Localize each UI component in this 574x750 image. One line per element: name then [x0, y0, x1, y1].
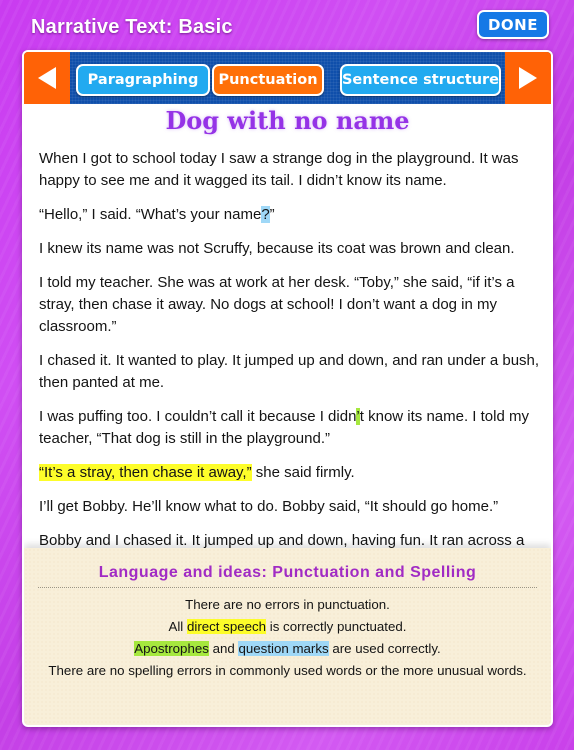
feedback-line: All direct speech is correctly punctuate…	[24, 616, 551, 638]
story-title: Dog with no name	[165, 106, 410, 135]
story-paragraph: I was puffing too. I couldn’t call it be…	[39, 406, 544, 450]
story-paragraph: I knew its name was not Scruffy, because…	[39, 240, 515, 257]
triangle-left-icon	[38, 67, 56, 89]
category-nav-bar: Paragraphing Punctuation Sentence struct…	[24, 52, 551, 104]
text: is correctly punctuated.	[266, 619, 407, 634]
story-paragraph: When I got to school today I saw a stran…	[39, 150, 519, 189]
feedback-title: Language and ideas: Punctuation and Spel…	[98, 564, 477, 581]
text: are used correctly.	[328, 641, 441, 656]
done-button[interactable]: DONE	[477, 10, 549, 39]
story-paragraph: “It’s a stray, then chase it away,” she …	[39, 462, 544, 484]
text: ”	[269, 206, 275, 223]
apostrophes-label: Apostrophes	[134, 641, 209, 656]
feedback-line: There are no errors in punctuation.	[185, 597, 390, 612]
story-paragraph: I chased it. It wanted to play. It jumpe…	[39, 352, 540, 391]
text: “Hello,” I said. “What’s your name	[39, 206, 262, 223]
divider	[38, 587, 537, 588]
feedback-panel: Language and ideas: Punctuation and Spel…	[24, 548, 551, 725]
next-button[interactable]	[505, 52, 551, 104]
page-title: Narrative Text: Basic	[31, 16, 233, 38]
tab-paragraphing[interactable]: Paragraphing	[76, 64, 210, 96]
feedback-lines: There are no errors in punctuation. All …	[24, 594, 551, 682]
text: and	[208, 641, 239, 656]
feedback-line: Apostrophes and question marks are used …	[24, 638, 551, 660]
feedback-line: There are no spelling errors in commonly…	[48, 663, 527, 678]
text: I was puffing too. I couldn’t call it be…	[39, 408, 357, 425]
question-marks-label: question marks	[238, 641, 329, 656]
tab-sentence-structure[interactable]: Sentence structure	[340, 64, 501, 96]
tab-punctuation[interactable]: Punctuation	[212, 64, 324, 96]
question-mark-highlight: ?	[261, 206, 270, 223]
previous-button[interactable]	[24, 52, 70, 104]
content-card: Paragraphing Punctuation Sentence struct…	[22, 50, 553, 727]
text: All	[168, 619, 187, 634]
direct-speech-label: direct speech	[186, 619, 267, 634]
story-paragraph: “Hello,” I said. “What’s your name?”	[39, 204, 544, 226]
story-paragraph: I told my teacher. She was at work at he…	[39, 274, 515, 335]
story-text: When I got to school today I saw a stran…	[39, 148, 544, 564]
direct-speech-highlight: “It’s a stray, then chase it away,”	[39, 464, 252, 481]
story-paragraph: I’ll get Bobby. He’ll know what to do. B…	[39, 498, 499, 515]
text: she said firmly.	[251, 464, 355, 481]
triangle-right-icon	[519, 67, 537, 89]
